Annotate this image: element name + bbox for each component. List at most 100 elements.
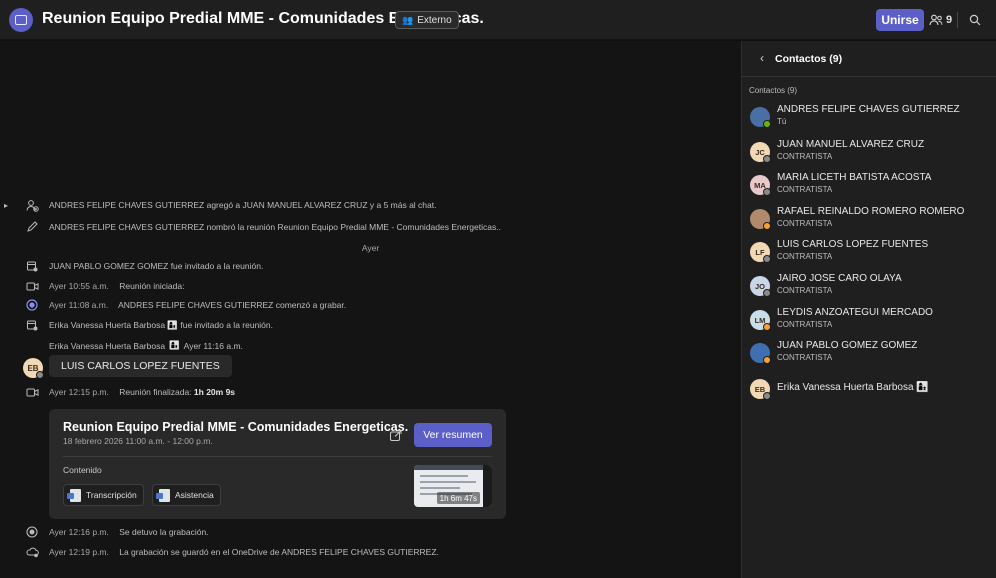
header-divider <box>957 12 958 28</box>
presence-status-dot <box>763 356 771 364</box>
contact-role: CONTRATISTA <box>777 286 833 295</box>
record-icon <box>24 297 40 313</box>
video-icon <box>24 278 40 294</box>
event-text: JUAN PABLO GOMEZ GOMEZ fue invitado a la… <box>49 261 264 271</box>
day-separator: Ayer <box>361 243 380 253</box>
system-message-text: ANDRES FELIPE CHAVES GUTIERREZ nombró la… <box>49 222 501 232</box>
message-author: Erika Vanessa Huerta Barbosa <box>49 340 166 351</box>
participants-icon <box>929 14 943 26</box>
contact-item[interactable]: LF LUIS CARLOS LOPEZ FUENTES CONTRATISTA <box>742 236 996 266</box>
contact-item[interactable]: LM LEYDIS ANZOATEGUI MERCADO CONTRATISTA <box>742 304 996 334</box>
event-time: Ayer 10:55 a.m. <box>49 281 109 291</box>
external-badge-label: Externo <box>417 14 452 26</box>
participants-button[interactable]: 9 <box>929 11 952 29</box>
message-bubble[interactable]: LUIS CARLOS LOPEZ FUENTES <box>49 355 232 377</box>
contact-name: JUAN MANUEL ALVAREZ CRUZ <box>777 139 925 150</box>
recording-thumbnail[interactable]: 1h 6m 47s <box>414 465 492 507</box>
event-text: Se detuvo la grabación. <box>119 527 209 537</box>
panel-title: Contactos (9) <box>775 53 843 65</box>
event-row: JUAN PABLO GOMEZ GOMEZ fue invitado a la… <box>0 258 741 274</box>
meeting-header: Reunion Equipo Predial MME - Comunidades… <box>0 0 996 40</box>
presence-status-dot <box>763 155 771 163</box>
contact-item[interactable]: JC JUAN MANUEL ALVAREZ CRUZ CONTRATISTA <box>742 136 996 166</box>
contact-role: CONTRATISTA <box>777 219 833 228</box>
chat-app-icon[interactable] <box>9 8 33 32</box>
avatar-initials: LF <box>755 247 765 257</box>
recording-card[interactable]: Reunion Equipo Predial MME - Comunidades… <box>49 409 506 519</box>
contact-name: LUIS CARLOS LOPEZ FUENTES <box>777 239 929 250</box>
contact-name: Erika Vanessa Huerta Barbosa 👩‍👦 <box>777 382 929 393</box>
event-time: Ayer 11:08 a.m. <box>49 300 109 310</box>
chip-label: Transcripción <box>86 490 137 500</box>
event-text: Erika Vanessa Huerta Barbosa 👩‍👦 fue inv… <box>49 319 273 330</box>
search-button[interactable] <box>966 11 984 29</box>
contact-item[interactable]: EB Erika Vanessa Huerta Barbosa 👩‍👦 <box>742 373 996 403</box>
participants-count: 9 <box>946 14 953 26</box>
video-icon <box>24 384 40 400</box>
system-message: ▸ ANDRES FELIPE CHAVES GUTIERREZ agregó … <box>0 197 741 213</box>
presence-status-dot <box>763 188 771 196</box>
transcript-chip[interactable]: Transcripción <box>63 484 144 506</box>
contact-name: JUAN PABLO GOMEZ GOMEZ <box>777 340 918 351</box>
card-divider <box>63 456 492 457</box>
contact-role: CONTRATISTA <box>777 320 833 329</box>
message-header: Erika Vanessa Huerta Barbosa 👩‍👦 Ayer 11… <box>49 340 243 351</box>
event-text: La grabación se guardó en el OneDrive de… <box>119 547 439 557</box>
people-icon: 👥 <box>402 14 414 25</box>
event-row: Ayer 12:16 p.m. Se detuvo la grabación. <box>0 524 741 540</box>
contact-name: MARIA LICETH BATISTA ACOSTA <box>777 172 932 183</box>
presence-status-dot <box>763 120 771 128</box>
presence-status-dot <box>36 371 44 379</box>
event-row: Erika Vanessa Huerta Barbosa 👩‍👦 fue inv… <box>0 317 741 333</box>
chip-label: Asistencia <box>175 490 214 500</box>
chat-area: ▸ ANDRES FELIPE CHAVES GUTIERREZ agregó … <box>0 41 741 578</box>
video-duration: 1h 6m 47s <box>436 492 480 504</box>
event-row: Ayer 10:55 a.m. Reunión iniciada: <box>0 278 741 294</box>
view-summary-button[interactable]: Ver resumen <box>414 423 492 447</box>
system-message-text: ANDRES FELIPE CHAVES GUTIERREZ agregó a … <box>49 200 437 210</box>
record-stop-icon <box>24 524 40 540</box>
message-time: Ayer 11:16 a.m. <box>183 340 243 351</box>
event-time: Ayer 12:16 p.m. <box>49 527 109 537</box>
contacts-section-label: Contactos (9) <box>749 86 798 95</box>
card-title: Reunion Equipo Predial MME - Comunidades… <box>63 420 409 434</box>
family-icon: 👩‍👦 <box>169 340 180 350</box>
contact-role: CONTRATISTA <box>777 185 833 194</box>
presence-status-dot <box>763 222 771 230</box>
contact-item[interactable]: MA MARIA LICETH BATISTA ACOSTA CONTRATISTA <box>742 169 996 199</box>
add-person-icon <box>24 197 40 213</box>
content-label: Contenido <box>63 465 102 475</box>
expand-caret-icon[interactable]: ▸ <box>4 197 12 213</box>
share-icon[interactable] <box>389 428 403 442</box>
event-text: Reunión finalizada: <box>119 387 192 397</box>
calendar-invite-icon <box>24 317 40 333</box>
presence-status-dot <box>763 289 771 297</box>
back-chevron-icon[interactable]: ‹ <box>760 51 764 65</box>
search-icon <box>969 14 981 26</box>
contacts-panel: ‹ Contactos (9) Contactos (9) ANDRES FEL… <box>741 41 996 578</box>
contact-name: RAFAEL REINALDO ROMERO ROMERO <box>777 206 965 217</box>
event-row: Ayer 11:08 a.m. ANDRES FELIPE CHAVES GUT… <box>0 297 741 313</box>
external-badge: 👥 Externo <box>395 11 459 29</box>
join-button[interactable]: Unirse <box>876 9 924 31</box>
contact-item[interactable]: JUAN PABLO GOMEZ GOMEZ CONTRATISTA <box>742 337 996 367</box>
event-time: Ayer 12:15 p.m. <box>49 387 109 397</box>
attendance-chip[interactable]: Asistencia <box>152 484 221 506</box>
contact-item[interactable]: RAFAEL REINALDO ROMERO ROMERO CONTRATISTA <box>742 203 996 233</box>
presence-status-dot <box>763 323 771 331</box>
contact-name: JAIRO JOSE CARO OLAYA <box>777 273 902 284</box>
presence-status-dot <box>763 255 771 263</box>
document-icon <box>156 488 170 502</box>
event-row: Ayer 12:19 p.m. La grabación se guardó e… <box>0 544 741 560</box>
calendar-invite-icon <box>24 258 40 274</box>
contact-name: ANDRES FELIPE CHAVES GUTIERREZ <box>777 104 960 115</box>
cloud-save-icon <box>24 544 40 560</box>
contact-item[interactable]: JO JAIRO JOSE CARO OLAYA CONTRATISTA <box>742 270 996 300</box>
event-time: Ayer 12:19 p.m. <box>49 547 109 557</box>
event-row: Ayer 12:15 p.m. Reunión finalizada: 1h 2… <box>0 384 741 400</box>
event-text: Reunión iniciada: <box>119 281 185 291</box>
contact-item[interactable]: ANDRES FELIPE CHAVES GUTIERREZ Tú <box>742 101 996 131</box>
card-date: 18 febrero 2026 11:00 a.m. - 12:00 p.m. <box>63 436 213 446</box>
meeting-duration: 1h 20m 9s <box>193 387 236 397</box>
document-icon <box>67 488 81 502</box>
